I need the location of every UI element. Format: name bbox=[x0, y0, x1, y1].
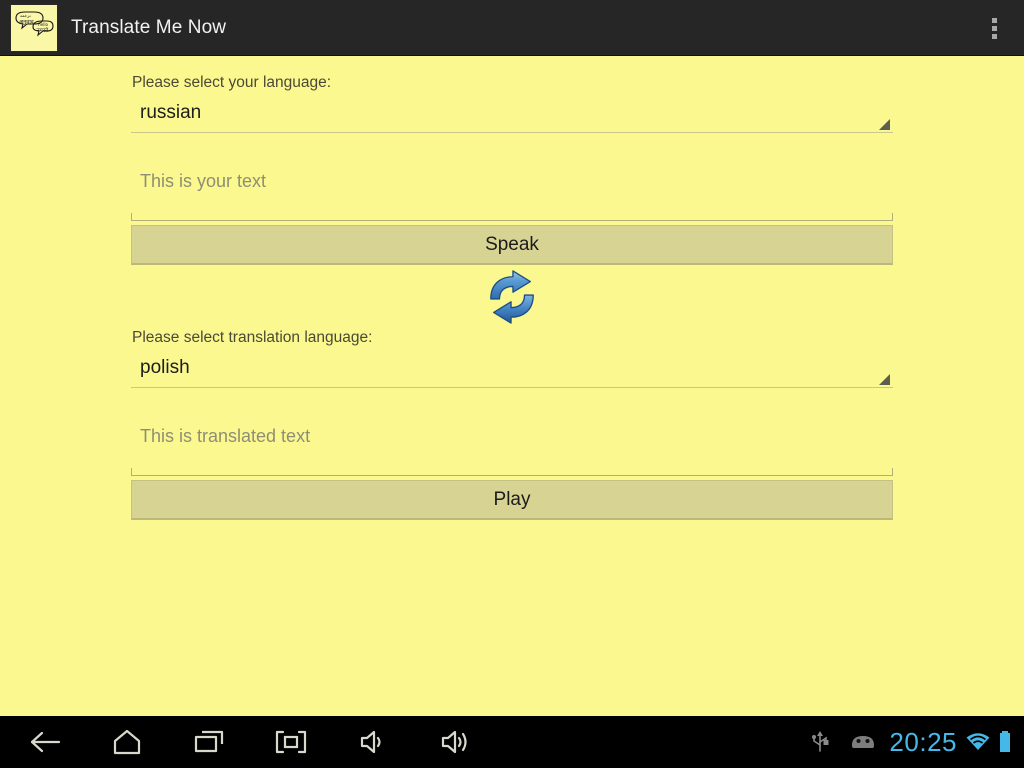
nav-back-button[interactable] bbox=[23, 720, 67, 764]
status-clock[interactable]: 20:25 bbox=[877, 716, 964, 768]
translated-text-input[interactable]: This is translated text bbox=[131, 414, 893, 476]
nav-recents-button[interactable] bbox=[187, 720, 231, 764]
svg-text:अनुवाद: अनुवाद bbox=[19, 19, 34, 25]
volume-down-icon bbox=[360, 730, 381, 754]
overflow-dot bbox=[991, 17, 997, 23]
overflow-dot bbox=[991, 25, 997, 31]
source-language-spinner[interactable]: russian bbox=[131, 95, 893, 133]
nav-buttons bbox=[0, 720, 477, 764]
target-language-spinner[interactable]: polish bbox=[131, 350, 893, 388]
swap-languages-icon[interactable] bbox=[481, 270, 543, 324]
target-language-value: polish bbox=[140, 357, 190, 378]
target-language-label: Please select translation language: bbox=[132, 329, 373, 346]
overflow-menu-button[interactable] bbox=[972, 0, 1016, 56]
back-arrow-icon bbox=[30, 731, 61, 753]
usb-status[interactable] bbox=[807, 716, 833, 768]
play-button[interactable]: Play bbox=[131, 480, 893, 520]
screenshot-icon bbox=[275, 730, 307, 754]
source-language-value: russian bbox=[140, 102, 202, 123]
svg-text:ترجمة: ترجمة bbox=[20, 13, 32, 18]
recent-apps-icon bbox=[194, 730, 224, 753]
input-underline bbox=[131, 468, 893, 476]
system-navigation-bar: 20:25 bbox=[0, 716, 1024, 768]
svg-text:नमस्ते: नमस्ते bbox=[37, 27, 49, 34]
swap-row bbox=[131, 266, 893, 328]
home-icon bbox=[113, 729, 141, 755]
adb-status[interactable] bbox=[833, 716, 877, 768]
nav-screenshot-button[interactable] bbox=[269, 720, 313, 764]
wifi-status[interactable] bbox=[964, 716, 992, 768]
app-content: Please select your language: russian Thi… bbox=[0, 56, 1024, 716]
android-debug-icon bbox=[852, 736, 875, 748]
app-icon: ترجمة hello अनुवाद नमस्ते bbox=[10, 3, 58, 52]
volume-up-icon bbox=[441, 730, 467, 754]
overflow-dot bbox=[991, 33, 997, 39]
nav-home-button[interactable] bbox=[105, 720, 149, 764]
action-bar: ترجمة hello अनुवाद नमस्ते Translate Me N… bbox=[0, 0, 1024, 56]
app-title: Translate Me Now bbox=[71, 16, 227, 38]
source-language-label: Please select your language: bbox=[132, 74, 332, 91]
speech-bubbles-app-icon: ترجمة hello अनुवाद नमस्ते bbox=[11, 4, 57, 51]
form-container: Please select your language: russian Thi… bbox=[131, 73, 893, 520]
chevron-down-icon bbox=[879, 374, 890, 385]
battery-full-icon bbox=[1000, 731, 1010, 752]
source-text-input[interactable]: This is your text bbox=[131, 159, 893, 221]
source-text-placeholder: This is your text bbox=[140, 171, 267, 191]
status-icons: 20:25 bbox=[807, 716, 1014, 768]
svg-text:hello: hello bbox=[38, 22, 49, 27]
translated-text-placeholder: This is translated text bbox=[140, 426, 311, 446]
nav-volume-down-button[interactable] bbox=[351, 720, 395, 764]
battery-status[interactable] bbox=[992, 716, 1014, 768]
input-underline bbox=[131, 213, 893, 221]
speak-button[interactable]: Speak bbox=[131, 225, 893, 265]
nav-volume-up-button[interactable] bbox=[433, 720, 477, 764]
wifi-icon bbox=[966, 733, 990, 750]
chevron-down-icon bbox=[879, 119, 890, 130]
usb-icon bbox=[812, 731, 829, 752]
android-screen: ترجمة hello अनुवाद नमस्ते Translate Me N… bbox=[0, 0, 1024, 768]
